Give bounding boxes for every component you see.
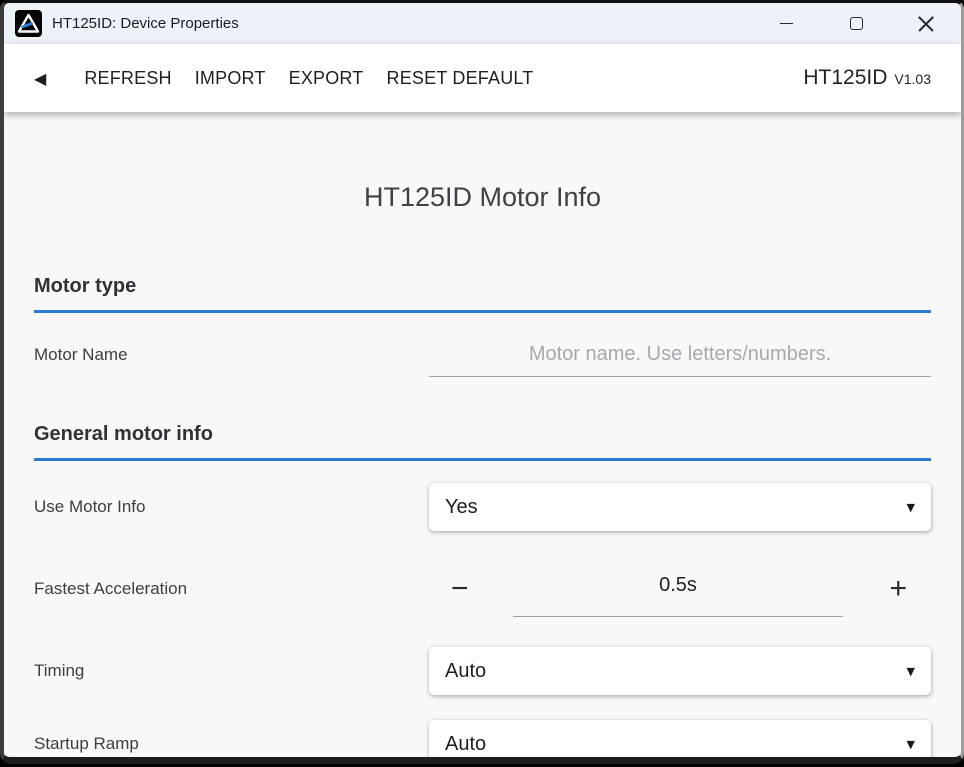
fastest-acceleration-stepper: − 0.5s + [429, 561, 931, 617]
chevron-down-icon: ▼ [907, 738, 915, 751]
app-window: HT125ID: Device Properties ◀ REFRESH IMP… [0, 0, 964, 764]
back-button[interactable]: ◀ [34, 69, 46, 88]
close-button[interactable] [891, 3, 961, 44]
section-divider [34, 310, 931, 313]
timing-label: Timing [34, 661, 429, 681]
motor-name-row: Motor Name [34, 333, 931, 377]
use-motor-info-row: Use Motor Info Yes ▼ [34, 483, 931, 531]
toolbar-actions: REFRESH IMPORT EXPORT RESET DEFAULT [84, 68, 533, 89]
import-button[interactable]: IMPORT [195, 68, 266, 89]
content-area: HT125ID Motor Info Motor type Motor Name… [4, 112, 961, 757]
startup-ramp-row: Startup Ramp Auto ▼ [34, 720, 931, 764]
device-name: HT125ID [803, 66, 887, 90]
maximize-button[interactable] [821, 3, 891, 44]
use-motor-info-label: Use Motor Info [34, 497, 429, 517]
window-title: HT125ID: Device Properties [52, 15, 751, 32]
fastest-acceleration-row: Fastest Acceleration − 0.5s + [34, 561, 931, 617]
fastest-acceleration-field[interactable]: 0.5s [513, 561, 843, 617]
timing-value: Auto [445, 660, 907, 683]
plus-icon: + [889, 572, 907, 606]
startup-ramp-dropdown[interactable]: Auto ▼ [429, 720, 931, 764]
timing-row: Timing Auto ▼ [34, 647, 931, 695]
timing-dropdown[interactable]: Auto ▼ [429, 647, 931, 695]
use-motor-info-dropdown[interactable]: Yes ▼ [429, 483, 931, 531]
page-title: HT125ID Motor Info [34, 112, 931, 213]
device-version: V1.03 [894, 71, 931, 87]
motor-name-label: Motor Name [34, 345, 429, 365]
use-motor-info-value: Yes [445, 496, 907, 519]
fastest-acceleration-value: 0.5s [659, 574, 697, 597]
decrement-button[interactable]: − [429, 561, 475, 617]
device-info: HT125ID V1.03 [803, 66, 931, 90]
back-icon: ◀ [34, 69, 46, 88]
toolbar: ◀ REFRESH IMPORT EXPORT RESET DEFAULT HT… [4, 44, 961, 112]
close-icon [917, 15, 935, 33]
chevron-down-icon: ▼ [907, 665, 915, 678]
startup-ramp-value: Auto [445, 733, 907, 756]
section-header-general-motor-info: General motor info [34, 423, 931, 446]
minimize-icon [780, 23, 793, 24]
app-logo-icon [15, 10, 42, 37]
maximize-icon [850, 17, 863, 30]
fastest-acceleration-label: Fastest Acceleration [34, 579, 429, 599]
startup-ramp-label: Startup Ramp [34, 734, 429, 754]
section-header-motor-type: Motor type [34, 275, 931, 298]
minus-icon: − [451, 572, 469, 606]
reset-default-button[interactable]: RESET DEFAULT [387, 68, 534, 89]
increment-button[interactable]: + [875, 561, 931, 617]
export-button[interactable]: EXPORT [289, 68, 364, 89]
refresh-button[interactable]: REFRESH [84, 68, 171, 89]
chevron-down-icon: ▼ [907, 501, 915, 514]
minimize-button[interactable] [751, 3, 821, 44]
window-controls [751, 3, 961, 44]
motor-name-input[interactable] [429, 333, 931, 377]
titlebar: HT125ID: Device Properties [4, 3, 961, 44]
section-divider [34, 458, 931, 461]
